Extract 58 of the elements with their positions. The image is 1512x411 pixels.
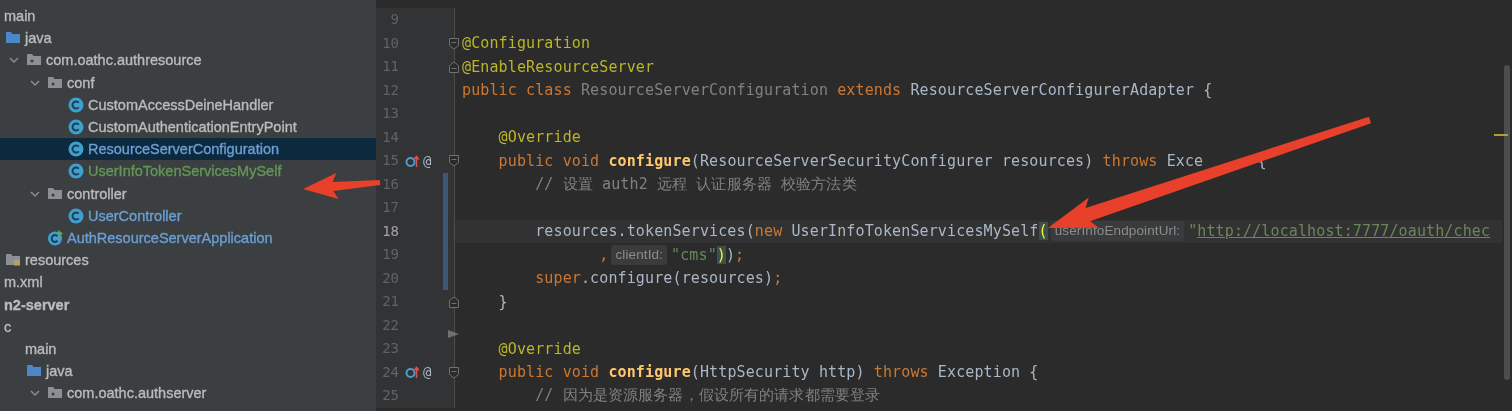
tree-item[interactable]: conf	[0, 71, 376, 94]
tree-item[interactable]: main	[0, 5, 376, 28]
code-text: "http://localhost:7777/oauth/chec	[1188, 222, 1491, 241]
code-text: @EnableResourceServer	[462, 57, 655, 76]
tree-item[interactable]: controller	[0, 182, 376, 205]
folder-icon	[47, 74, 63, 91]
class-icon	[68, 207, 84, 224]
chevron-down-icon	[30, 388, 40, 399]
code-text: ,	[598, 245, 609, 264]
tree-item[interactable]: UserInfoTokenServicesMySelf	[0, 160, 376, 183]
tree-item[interactable]: c	[0, 315, 376, 338]
tree-item[interactable]: ResourceServerConfiguration	[0, 138, 376, 161]
code-text: @Configuration	[462, 34, 591, 53]
tree-item[interactable]: resources	[0, 249, 376, 272]
code-text: // 因为是资源服务器，假设所有的请求都需要登录	[534, 386, 881, 406]
scrollbar-thumb[interactable]	[1504, 65, 1510, 380]
code-text: "cms"));	[671, 245, 745, 264]
code-text: }	[497, 292, 508, 311]
code-text: // 设置 auth2 远程 认证服务器 校验方法类	[534, 174, 857, 194]
chevron-down-icon	[30, 77, 40, 88]
fold-marker-icon[interactable]	[448, 36, 460, 51]
tree-item[interactable]: n2-server	[0, 293, 376, 316]
change-bar[interactable]	[443, 172, 448, 196]
tree-item[interactable]: UserController	[0, 204, 376, 227]
tree-item[interactable]: com.oathc.authserver	[0, 382, 376, 405]
gutter-symbol[interactable]: @	[423, 364, 432, 381]
tree-item[interactable]: m.xml	[0, 271, 376, 294]
class-icon	[68, 141, 84, 158]
tree-item[interactable]: CustomAuthenticationEntryPoint	[0, 115, 376, 139]
chevron-down-icon	[30, 188, 40, 199]
tree-item[interactable]: main	[0, 337, 376, 360]
parameter-hint: clientId:	[611, 244, 668, 265]
code-text: public class ResourceServerConfiguration extends ResourceServerConfigurerAdapter {	[462, 81, 1213, 100]
tree-item[interactable]: AuthResourceServerApplication	[0, 226, 376, 250]
code-text: super.configure(resources);	[534, 269, 783, 288]
class-icon	[68, 96, 84, 113]
fold-marker-icon[interactable]	[448, 295, 460, 309]
fold-marker-icon[interactable]	[448, 154, 460, 168]
class-icon	[68, 119, 84, 136]
class-icon	[47, 229, 63, 246]
line-number: 18	[381, 221, 399, 241]
fold-marker-icon[interactable]	[448, 365, 460, 380]
tree-item[interactable]: java	[0, 27, 376, 50]
code-text: @Override	[497, 128, 581, 147]
gutter-symbol[interactable]: @	[423, 152, 432, 169]
error-stripe-mark	[1494, 134, 1508, 136]
folder-icon	[5, 252, 21, 269]
folder-icon	[47, 185, 63, 202]
chevron-down-icon	[9, 55, 19, 66]
code-text: @Override	[497, 339, 581, 358]
fold-marker-icon[interactable]	[448, 60, 460, 74]
code-text: public void configure(ResourceServerSecurityConfigurer resources) throws Exce	[497, 151, 1204, 170]
tree-item[interactable]: CustomAccessDeineHandler	[0, 93, 376, 116]
code-text: resources.tokenServices(new UserInfoTokenServicesMySelf(	[534, 222, 1048, 241]
code-text: public void configure(HttpSecurity http) throws Exception {	[497, 363, 1039, 382]
class-icon	[68, 163, 84, 180]
tree-item[interactable]: java	[0, 360, 376, 383]
tree-item[interactable]: com.oathc.authresource	[0, 49, 376, 72]
